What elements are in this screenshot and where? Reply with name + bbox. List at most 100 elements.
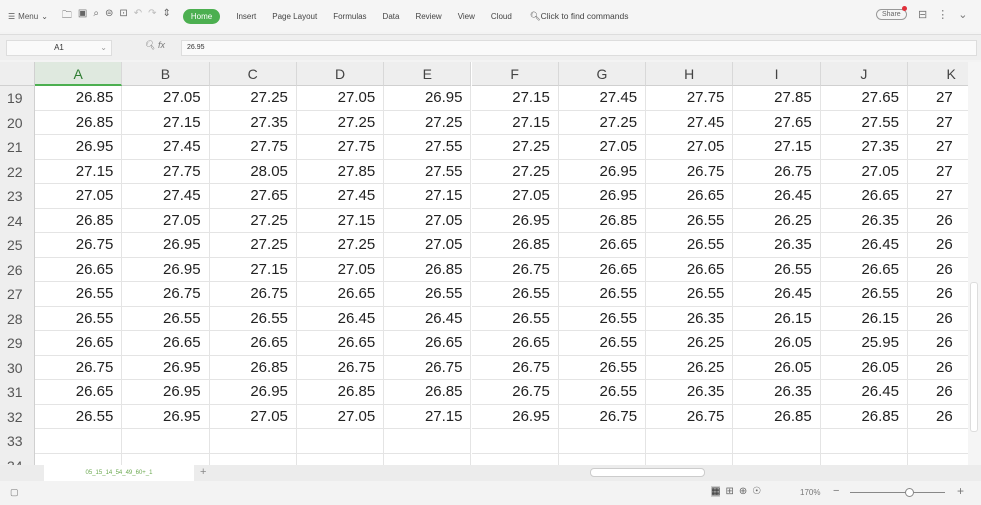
cell[interactable]: 26.65: [471, 331, 559, 356]
column-header-a[interactable]: A: [35, 62, 123, 86]
cell[interactable]: 26.65: [558, 257, 647, 282]
select-all-corner[interactable]: [0, 62, 35, 86]
save-icon[interactable]: ▣: [78, 8, 87, 25]
sheet-tab[interactable]: 05_15_14_54_49_60+_1: [44, 465, 194, 481]
cell[interactable]: 26.65: [35, 380, 123, 405]
cell[interactable]: 27.15: [209, 257, 297, 282]
cell[interactable]: 26.35: [733, 380, 821, 405]
cell[interactable]: 26.85: [820, 404, 908, 429]
cell[interactable]: 26: [908, 233, 968, 258]
cell[interactable]: 26.85: [384, 380, 472, 405]
zoom-out-button[interactable]: −: [833, 485, 839, 497]
cell[interactable]: 26: [908, 356, 968, 380]
cell[interactable]: 26.85: [733, 404, 821, 429]
cell[interactable]: 26.95: [558, 184, 647, 209]
cell[interactable]: 26.95: [122, 257, 210, 282]
cell[interactable]: 26.65: [296, 282, 385, 307]
cell[interactable]: [559, 453, 647, 465]
cell[interactable]: 27.35: [209, 110, 297, 135]
cell[interactable]: 27.05: [296, 257, 385, 282]
cell[interactable]: 26.35: [646, 306, 734, 331]
cell[interactable]: 27.25: [209, 233, 297, 258]
cell[interactable]: [471, 429, 559, 454]
cell[interactable]: 26.55: [35, 282, 123, 307]
more-icon[interactable]: ⋮: [937, 8, 948, 21]
cell[interactable]: [384, 453, 472, 465]
cell[interactable]: 26.55: [646, 233, 734, 258]
cell[interactable]: 26.65: [558, 233, 647, 258]
cell[interactable]: 26.75: [646, 404, 734, 429]
cell[interactable]: 26.95: [122, 404, 210, 429]
cell[interactable]: 26.95: [122, 233, 210, 258]
cell[interactable]: 26.55: [35, 404, 123, 429]
cell[interactable]: 27.25: [471, 135, 559, 160]
cell[interactable]: 26.45: [384, 306, 472, 331]
cell[interactable]: 27.05: [209, 404, 297, 429]
column-header-c[interactable]: C: [209, 62, 297, 86]
cell[interactable]: 27.05: [122, 86, 210, 111]
cell[interactable]: 26.55: [733, 257, 821, 282]
zoom-level[interactable]: 170%: [800, 488, 820, 497]
column-header-i[interactable]: I: [733, 62, 821, 86]
cell[interactable]: 26.55: [471, 306, 559, 331]
cell[interactable]: 26.95: [35, 135, 123, 160]
cell[interactable]: 27: [908, 184, 968, 209]
cell[interactable]: 27.25: [209, 86, 297, 111]
cell[interactable]: [821, 453, 908, 465]
reading-mode-icon[interactable]: ⊕: [739, 486, 747, 497]
cell[interactable]: 26.75: [471, 355, 559, 380]
tab-cloud[interactable]: Cloud: [491, 12, 512, 21]
row-header[interactable]: 27: [0, 282, 35, 307]
row-header[interactable]: 26: [0, 257, 35, 282]
cell[interactable]: 26.95: [122, 355, 210, 380]
cell[interactable]: 26: [908, 380, 968, 405]
cell[interactable]: 26.45: [820, 380, 908, 405]
cell[interactable]: 26: [908, 258, 968, 282]
cell[interactable]: 28.05: [209, 159, 297, 184]
cell[interactable]: 26.55: [558, 282, 647, 307]
add-sheet-icon[interactable]: +: [200, 465, 206, 480]
cell[interactable]: [297, 453, 385, 465]
cell[interactable]: [558, 429, 647, 454]
horizontal-scrollbar[interactable]: [590, 468, 705, 477]
cell[interactable]: 26.65: [646, 184, 734, 209]
cell[interactable]: 26: [908, 282, 968, 307]
cell[interactable]: 26.65: [122, 331, 210, 356]
cell[interactable]: 26.05: [820, 355, 908, 380]
cell[interactable]: 26.65: [384, 331, 472, 356]
cell[interactable]: 27.15: [471, 86, 559, 111]
cell[interactable]: 26.45: [733, 282, 821, 307]
cell[interactable]: 26.15: [733, 306, 821, 331]
cell[interactable]: 26.55: [820, 282, 908, 307]
cell[interactable]: 26.65: [820, 257, 908, 282]
cell[interactable]: 27.05: [471, 184, 559, 209]
cell[interactable]: 27.65: [209, 184, 297, 209]
cell[interactable]: 27.15: [471, 110, 559, 135]
cell[interactable]: 27.15: [296, 208, 385, 233]
normal-view-icon[interactable]: ▦: [711, 486, 721, 497]
cell[interactable]: 26.65: [296, 331, 385, 356]
cell[interactable]: 26.25: [733, 208, 821, 233]
cell[interactable]: [472, 453, 559, 465]
cell[interactable]: 26.85: [296, 380, 385, 405]
column-header-k[interactable]: K: [908, 62, 968, 86]
cell[interactable]: 27.75: [296, 135, 385, 160]
cell[interactable]: 26.55: [35, 306, 123, 331]
cell[interactable]: 26.55: [471, 282, 559, 307]
cell[interactable]: 27.25: [558, 110, 647, 135]
cell[interactable]: 27.45: [646, 110, 734, 135]
zoom-slider[interactable]: [850, 488, 945, 497]
cell[interactable]: 26.85: [35, 110, 123, 135]
tab-page-layout[interactable]: Page Layout: [272, 12, 317, 21]
cell[interactable]: [35, 429, 123, 454]
cell[interactable]: 26.85: [35, 208, 123, 233]
cell[interactable]: 26.75: [35, 233, 123, 258]
menu-button[interactable]: ☰ Menu ⌄: [8, 12, 48, 21]
open-icon[interactable]: 🗀: [62, 8, 72, 25]
cell[interactable]: 26.95: [209, 380, 297, 405]
row-header[interactable]: 23: [0, 184, 35, 209]
row-header[interactable]: 29: [0, 331, 35, 356]
formula-input[interactable]: 26.95: [181, 40, 977, 56]
cell[interactable]: [296, 429, 385, 454]
cell[interactable]: 26: [908, 405, 968, 429]
